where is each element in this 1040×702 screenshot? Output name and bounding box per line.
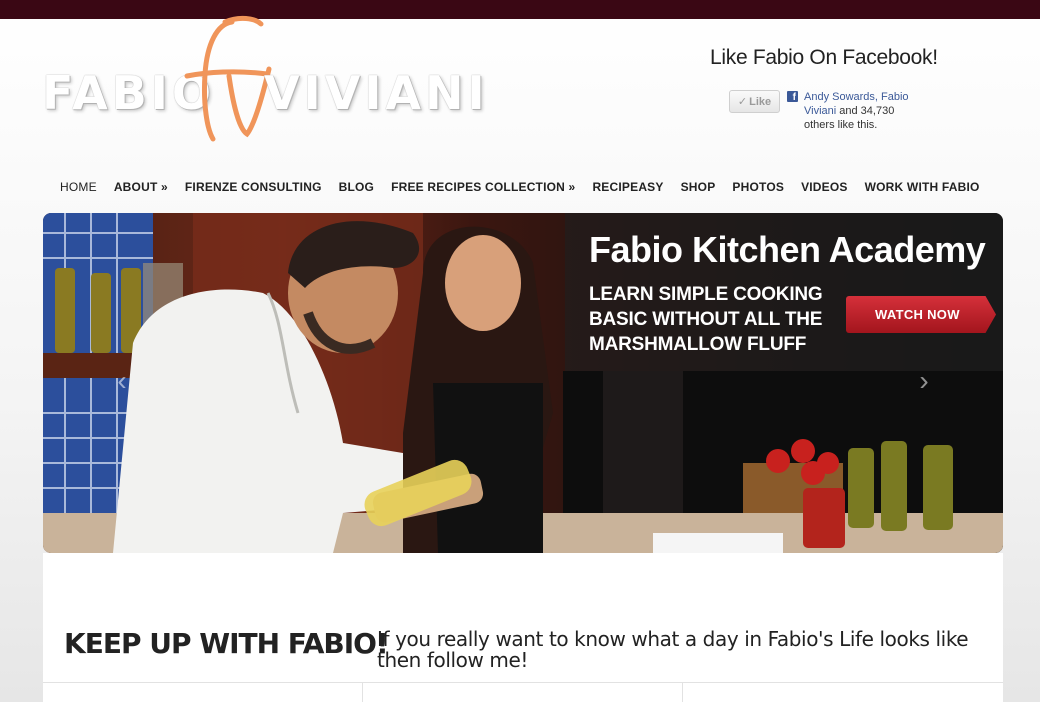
nav-item-shop[interactable]: SHOP bbox=[681, 180, 716, 196]
column-divider bbox=[362, 683, 363, 702]
slider-prev-icon[interactable]: ‹ bbox=[109, 367, 135, 395]
facebook-social-text: Andy Sowards, Fabio Viviani and 34,730 o… bbox=[804, 90, 924, 132]
nav-item-videos[interactable]: VIDEOS bbox=[801, 180, 848, 196]
facebook-title: Like Fabio On Facebook! bbox=[710, 46, 938, 69]
watch-now-button[interactable]: WATCH NOW bbox=[846, 296, 996, 333]
logo-last-name: VIVIANI bbox=[264, 66, 489, 120]
section-intro-text: If you really want to know what a day in… bbox=[377, 627, 969, 672]
slider-next-icon[interactable]: › bbox=[911, 367, 937, 395]
nav-item-recipeasy[interactable]: RECIPEASY bbox=[592, 180, 663, 196]
hero-slider[interactable]: Fabio Kitchen Academy LEARN SIMPLE COOKI… bbox=[43, 213, 1003, 553]
slide-subtitle: LEARN SIMPLE COOKING BASIC WITHOUT ALL T… bbox=[589, 284, 823, 355]
nav-item-work-with-fabio[interactable]: WORK WITH FABIO bbox=[865, 180, 980, 196]
facebook-icon: f bbox=[787, 91, 798, 102]
logo-monogram-icon bbox=[184, 15, 272, 142]
nav-item-photos[interactable]: PHOTOS bbox=[732, 180, 784, 196]
nav-item-firenze-consulting[interactable]: FIRENZE CONSULTING bbox=[185, 180, 322, 196]
nav-item-home[interactable]: HOME bbox=[60, 180, 97, 196]
main-nav: HOME ABOUT » FIRENZE CONSULTING BLOG FRE… bbox=[60, 180, 997, 196]
facebook-like-button[interactable]: ✓ Like bbox=[729, 90, 780, 113]
thumbs-up-icon: ✓ bbox=[737, 96, 748, 108]
content-divider bbox=[43, 682, 1003, 683]
site-logo[interactable]: FABIO VIVIANI bbox=[42, 14, 485, 149]
nav-item-free-recipes[interactable]: FREE RECIPES COLLECTION » bbox=[391, 180, 575, 196]
section-heading: KEEP UP WITH FABIO! bbox=[64, 627, 389, 660]
column-divider bbox=[682, 683, 683, 702]
nav-item-blog[interactable]: BLOG bbox=[339, 180, 374, 196]
nav-item-about[interactable]: ABOUT » bbox=[114, 180, 168, 196]
facebook-like-label: Like bbox=[749, 95, 772, 108]
slide-title: Fabio Kitchen Academy bbox=[589, 229, 986, 270]
